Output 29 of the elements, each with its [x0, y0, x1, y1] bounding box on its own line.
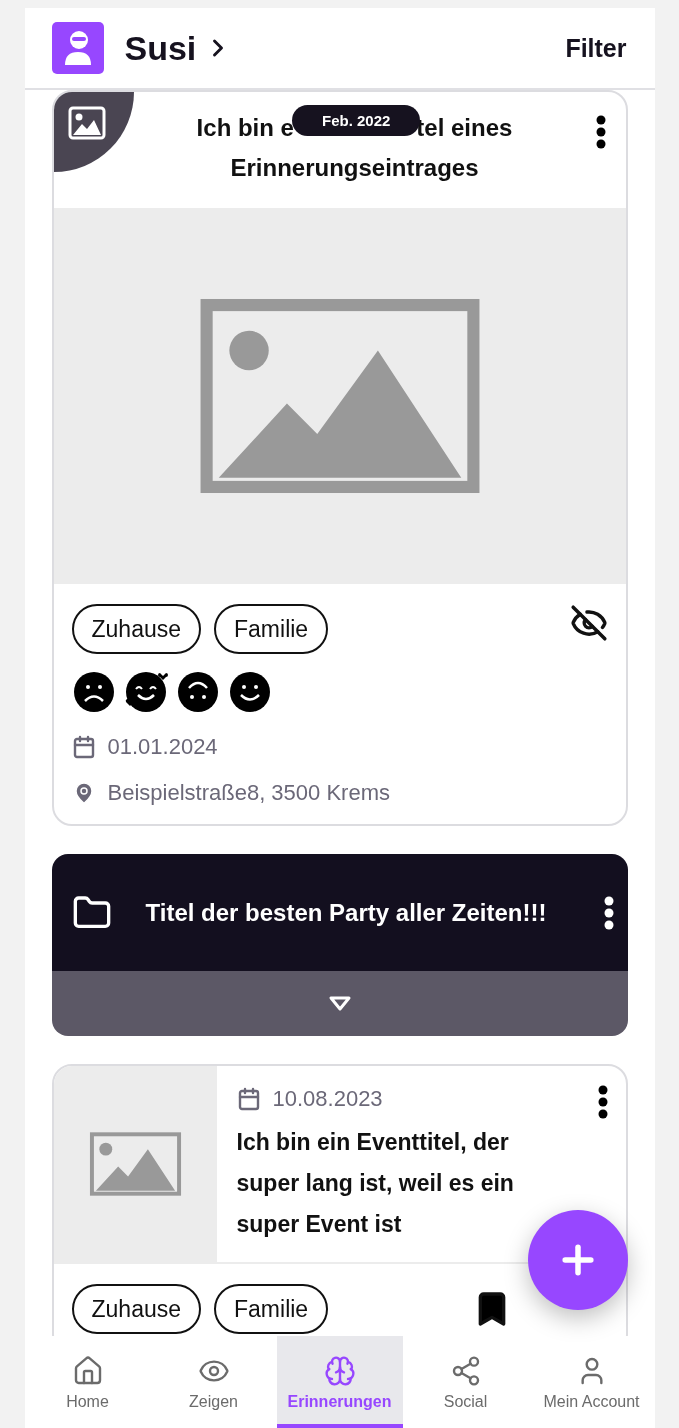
- tag-chip: Familie: [214, 604, 329, 654]
- more-icon: [595, 115, 606, 149]
- memory-title: Erinnerungseintrages: [230, 153, 479, 183]
- event-card[interactable]: 10.08.2023 Ich bin ein Eventtitel, der super lang ist, weil es ein super Event ist Zuhause Familie: [51, 1064, 628, 1336]
- smile-face-icon: [227, 670, 272, 714]
- tag-chip: Zuhause: [71, 1284, 201, 1334]
- sad-face-icon: [71, 670, 116, 714]
- caret-icon: [327, 995, 352, 1012]
- nav-tab[interactable]: Erinnerungen: [276, 1336, 403, 1428]
- calendar-icon: [71, 735, 96, 759]
- calendar-icon: [236, 1087, 261, 1111]
- memory-date: 01.01.2024: [107, 734, 218, 760]
- tag-chip: Zuhause: [71, 604, 201, 654]
- brain-icon: [323, 1355, 356, 1387]
- eye-off-icon[interactable]: [569, 604, 608, 642]
- memory-location: Beispielstraße8, 3500 Krems: [107, 780, 390, 806]
- memory-title: Ich bin e: [196, 113, 294, 143]
- hearts-face-icon: [123, 670, 168, 714]
- more-icon: [603, 895, 614, 930]
- event-title: Ich bin ein Eventtitel, der super lang ist, weil es ein super Event ist: [236, 1128, 515, 1239]
- tag-chip: Familie: [214, 1284, 329, 1334]
- avatar-icon: [50, 21, 105, 75]
- folder-title: Titel der besten Party aller Zeiten!!!: [145, 897, 548, 928]
- event-date: 10.08.2023: [272, 1086, 383, 1112]
- image-icon: [67, 106, 106, 140]
- upside-down-face-icon: [175, 670, 220, 714]
- more-icon: [597, 1085, 608, 1119]
- profile-button[interactable]: Susi: [124, 28, 233, 68]
- filter-button[interactable]: Filter: [565, 33, 627, 63]
